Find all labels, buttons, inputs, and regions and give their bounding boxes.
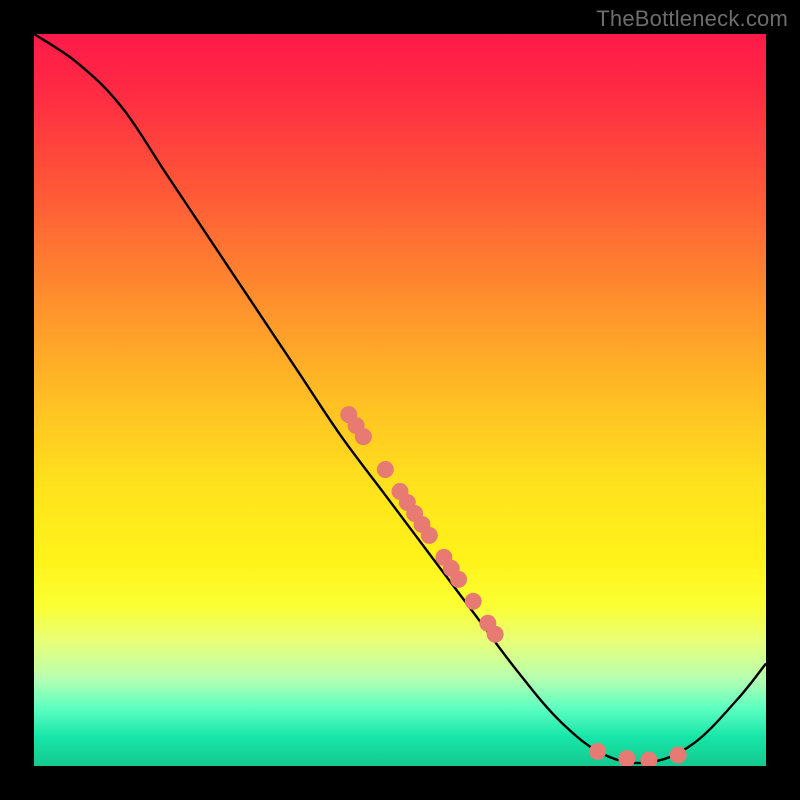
data-point	[465, 593, 482, 610]
data-point	[377, 461, 394, 478]
curve-layer	[34, 34, 766, 766]
data-point	[640, 752, 657, 766]
data-point	[355, 428, 372, 445]
chart-frame: TheBottleneck.com	[0, 0, 800, 800]
data-points	[340, 406, 686, 766]
plot-area	[34, 34, 766, 766]
data-point	[421, 527, 438, 544]
data-point	[450, 571, 467, 588]
attribution-text: TheBottleneck.com	[596, 6, 788, 32]
data-point	[589, 743, 606, 760]
data-point	[670, 747, 687, 764]
bottleneck-curve	[34, 34, 766, 763]
data-point	[618, 750, 635, 766]
data-point	[487, 626, 504, 643]
